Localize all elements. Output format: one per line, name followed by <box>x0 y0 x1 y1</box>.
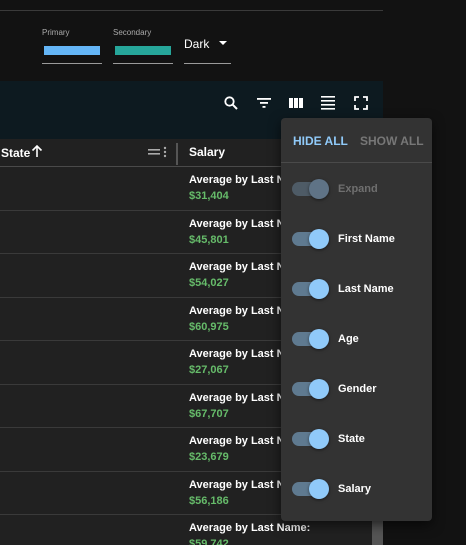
toggle-label-last-name: Last Name <box>338 283 394 295</box>
toggle-knob-expand <box>309 179 329 199</box>
show-all-button[interactable]: SHOW ALL <box>360 134 424 148</box>
primary-color-field[interactable]: Primary <box>42 22 70 40</box>
toggle-label-age: Age <box>338 333 359 345</box>
table-scrollbar[interactable] <box>372 520 383 545</box>
salary-aggregate-label: Average by Last N <box>189 478 285 491</box>
column-menu-icon[interactable] <box>163 146 167 158</box>
salary-aggregate-value: $67,707 <box>189 407 229 420</box>
toggle-label-state: State <box>338 433 365 445</box>
secondary-color-field[interactable]: Secondary <box>113 22 151 40</box>
column-header-salary[interactable]: Salary <box>189 145 225 159</box>
fullscreen-icon[interactable] <box>353 95 369 111</box>
column-visibility-menu <box>281 118 432 521</box>
search-icon[interactable] <box>223 95 239 111</box>
chevron-down-icon[interactable] <box>219 41 227 45</box>
primary-field-underline <box>42 63 102 64</box>
salary-aggregate-value: $27,067 <box>189 364 229 376</box>
salary-aggregate-value: $23,679 <box>189 451 229 463</box>
secondary-field-underline <box>113 63 173 64</box>
toggle-knob-first-name[interactable] <box>309 229 329 249</box>
toggle-knob-age[interactable] <box>309 329 329 349</box>
toggle-knob-salary[interactable] <box>309 479 329 499</box>
salary-aggregate-label: Average by Last N <box>189 348 285 360</box>
salary-aggregate-label: Average by Last N <box>189 435 285 447</box>
theme-field-underline <box>184 63 231 64</box>
columns-icon[interactable] <box>288 95 304 111</box>
secondary-color-label: Secondary <box>113 28 152 37</box>
salary-aggregate-value: $56,186 <box>189 494 229 507</box>
primary-color-label: Primary <box>42 28 70 37</box>
menu-divider <box>281 162 432 163</box>
secondary-color-swatch[interactable] <box>115 46 171 55</box>
filter-icon[interactable] <box>256 95 272 111</box>
salary-aggregate-label: Average by Last N <box>189 304 285 317</box>
drag-handle-icon[interactable] <box>148 147 160 157</box>
column-header-state[interactable]: State <box>1 146 30 160</box>
sort-ascending-icon[interactable] <box>31 144 43 158</box>
salary-aggregate-value: $59,742 <box>189 538 229 545</box>
toggle-label-gender: Gender <box>338 383 377 395</box>
column-header-salary-label: Salary <box>189 145 226 159</box>
column-resize-handle[interactable] <box>176 143 178 165</box>
salary-aggregate-value: $60,975 <box>189 320 229 333</box>
toggle-label-salary: Salary <box>338 483 372 495</box>
top-divider <box>0 10 383 11</box>
app-root: Primary Secondary Dark State Salary Aver… <box>0 0 466 545</box>
toggle-knob-state[interactable] <box>309 429 329 449</box>
salary-aggregate-value: $45,801 <box>189 233 229 246</box>
primary-color-swatch[interactable] <box>44 46 100 55</box>
density-icon[interactable] <box>320 95 336 111</box>
toggle-knob-last-name[interactable] <box>309 279 329 299</box>
salary-aggregate-label: Average by Last N <box>189 391 285 404</box>
salary-aggregate-label: Average by Last N <box>189 174 285 186</box>
salary-aggregate-label: Average by Last Name: <box>189 522 311 534</box>
column-header-state-label: State <box>1 146 31 160</box>
theme-select[interactable]: Dark <box>184 37 209 51</box>
salary-aggregate-value: $31,404 <box>189 190 229 202</box>
toggle-knob-gender[interactable] <box>309 379 329 399</box>
toggle-label-first-name: First Name <box>338 233 395 245</box>
salary-aggregate-value: $54,027 <box>189 277 229 289</box>
hide-all-button[interactable]: HIDE ALL <box>293 134 348 148</box>
salary-aggregate-label: Average by Last N <box>189 261 285 273</box>
salary-aggregate-label: Average by Last N <box>189 217 285 230</box>
toggle-label-expand: Expand <box>338 183 378 195</box>
